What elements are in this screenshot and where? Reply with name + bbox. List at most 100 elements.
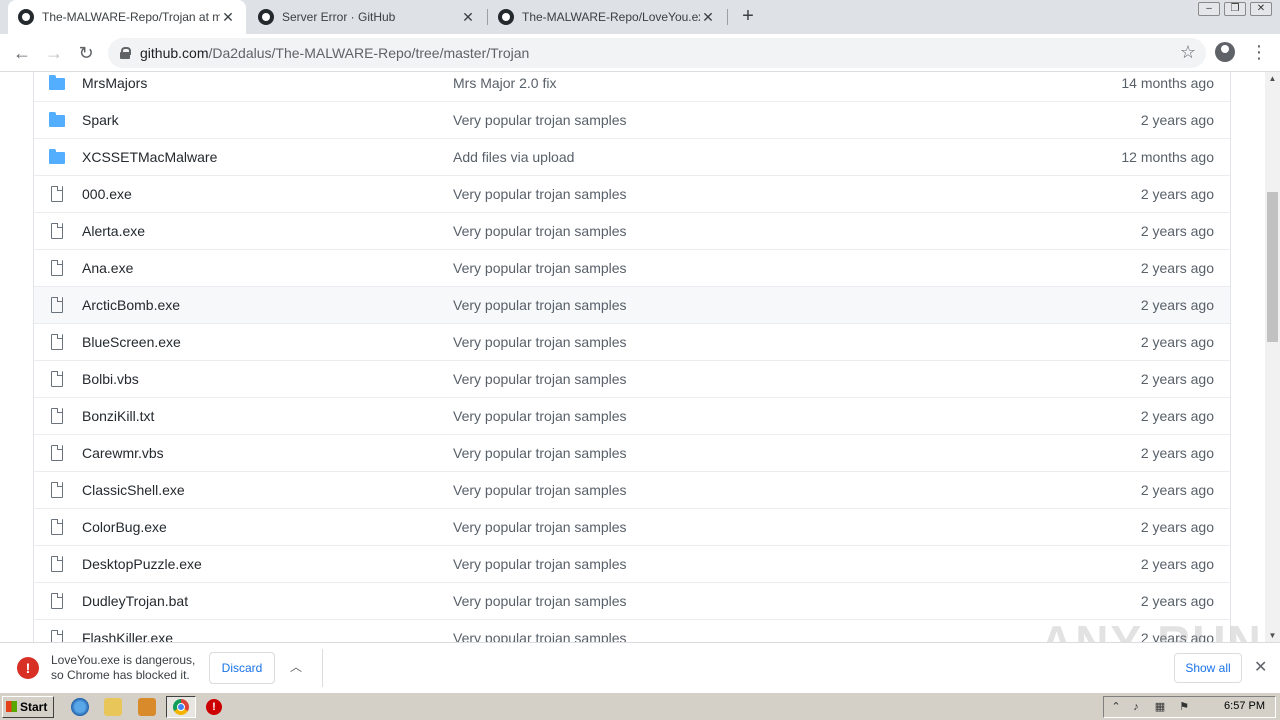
- file-row[interactable]: MrsMajors Mrs Major 2.0 fix 14 months ago: [34, 72, 1230, 101]
- commit-message-link[interactable]: Very popular trojan samples: [453, 630, 1070, 642]
- file-icon: [49, 186, 67, 202]
- file-row[interactable]: XCSSETMacMalware Add files via upload 12 m…: [34, 138, 1230, 175]
- tab-title: The-MALWARE-Repo/LoveYou.exe a: [522, 10, 700, 24]
- file-name-link[interactable]: DesktopPuzzle.exe: [82, 556, 453, 572]
- file-icon: [49, 445, 67, 461]
- tab-server-error[interactable]: Server Error · GitHub ✕: [248, 0, 486, 34]
- bookmark-star-icon[interactable]: ☆: [1180, 42, 1196, 63]
- file-name-link[interactable]: Spark: [82, 112, 453, 128]
- file-name-link[interactable]: Alerta.exe: [82, 223, 453, 239]
- file-name-link[interactable]: XCSSETMacMalware: [82, 149, 453, 165]
- file-row[interactable]: 000.exe Very popular trojan samples 2 year…: [34, 175, 1230, 212]
- commit-message-link[interactable]: Very popular trojan samples: [453, 519, 1070, 535]
- file-row[interactable]: Carewmr.vbs Very popular trojan samples 2 …: [34, 434, 1230, 471]
- close-icon[interactable]: ✕: [460, 9, 476, 26]
- file-row[interactable]: Spark Very popular trojan samples 2 years …: [34, 101, 1230, 138]
- close-icon[interactable]: ✕: [220, 9, 236, 26]
- commit-message-link[interactable]: Very popular trojan samples: [453, 408, 1070, 424]
- file-name-link[interactable]: MrsMajors: [82, 75, 453, 91]
- file-name-link[interactable]: BonziKill.txt: [82, 408, 453, 424]
- file-row[interactable]: DudleyTrojan.bat Very popular trojan samp…: [34, 582, 1230, 619]
- tab-loveyou[interactable]: The-MALWARE-Repo/LoveYou.exe a ✕: [488, 0, 726, 34]
- chevron-up-icon[interactable]: ︿: [290, 658, 302, 675]
- new-tab-button[interactable]: +: [737, 5, 759, 27]
- discard-button[interactable]: Discard: [209, 652, 275, 684]
- minimize-icon[interactable]: –: [1198, 2, 1220, 16]
- close-download-bar-icon[interactable]: ✕: [1254, 657, 1267, 677]
- commit-age: 2 years ago: [1140, 556, 1214, 572]
- file-row[interactable]: BlueScreen.exe Very popular trojan sample…: [34, 323, 1230, 360]
- stop-alert-icon[interactable]: !: [206, 699, 222, 715]
- window-controls: – ❐ ✕: [1198, 2, 1272, 16]
- commit-message-link[interactable]: Very popular trojan samples: [453, 223, 1070, 239]
- commit-message-link[interactable]: Very popular trojan samples: [453, 371, 1070, 387]
- tab-trojan-folder[interactable]: The-MALWARE-Repo/Trojan at mast ✕: [8, 0, 246, 34]
- commit-message-link[interactable]: Very popular trojan samples: [453, 593, 1070, 609]
- github-icon: [18, 9, 34, 25]
- tab-title: Server Error · GitHub: [282, 10, 396, 24]
- file-row[interactable]: DesktopPuzzle.exe Very popular trojan sam…: [34, 545, 1230, 582]
- folder-explorer-icon[interactable]: [104, 698, 122, 716]
- volume-icon[interactable]: ♪: [1130, 701, 1142, 713]
- file-name-link[interactable]: Carewmr.vbs: [82, 445, 453, 461]
- reload-icon[interactable]: ↻: [74, 41, 98, 65]
- tab-title: The-MALWARE-Repo/Trojan at mast: [42, 10, 220, 24]
- back-arrow-icon[interactable]: ←: [10, 41, 34, 65]
- forward-arrow-icon[interactable]: →: [42, 41, 66, 65]
- file-icon: [49, 519, 67, 535]
- windows-taskbar: Start ! ⌃ ♪ ▦ ⚑ 6:57 PM: [0, 692, 1280, 720]
- file-name-link[interactable]: BlueScreen.exe: [82, 334, 453, 350]
- network-icon[interactable]: ▦: [1154, 701, 1166, 713]
- warning-icon: !: [17, 657, 39, 679]
- commit-message-link[interactable]: Very popular trojan samples: [453, 297, 1070, 313]
- file-row[interactable]: BonziKill.txt Very popular trojan samples…: [34, 397, 1230, 434]
- scroll-down-icon[interactable]: ▼: [1268, 631, 1277, 640]
- file-name-link[interactable]: DudleyTrojan.bat: [82, 593, 453, 609]
- file-row[interactable]: ArcticBomb.exe Very popular trojan sample…: [34, 286, 1230, 323]
- file-row[interactable]: ColorBug.exe Very popular trojan samples 2…: [34, 508, 1230, 545]
- scrollbar-thumb[interactable]: [1267, 192, 1278, 342]
- file-name-link[interactable]: FlashKiller.exe: [82, 630, 453, 642]
- lock-icon[interactable]: [120, 47, 131, 59]
- github-icon: [498, 9, 514, 25]
- file-name-link[interactable]: ArcticBomb.exe: [82, 297, 453, 313]
- address-bar[interactable]: github.com /Da2dalus/The-MALWARE-Repo/tr…: [108, 38, 1206, 68]
- file-icon: [49, 260, 67, 276]
- file-name-link[interactable]: Ana.exe: [82, 260, 453, 276]
- flag-icon[interactable]: ⚑: [1178, 701, 1190, 713]
- commit-message-link[interactable]: Very popular trojan samples: [453, 445, 1070, 461]
- commit-message-link[interactable]: Very popular trojan samples: [453, 260, 1070, 276]
- file-icon: [49, 408, 67, 424]
- commit-message-link[interactable]: Very popular trojan samples: [453, 186, 1070, 202]
- download-bar: ! LoveYou.exe is dangerous, so Chrome ha…: [0, 642, 1280, 692]
- commit-message-link[interactable]: Very popular trojan samples: [453, 334, 1070, 350]
- close-window-icon[interactable]: ✕: [1250, 2, 1272, 16]
- internet-explorer-icon[interactable]: [71, 698, 89, 716]
- tab-strip: The-MALWARE-Repo/Trojan at mast ✕ Server…: [0, 0, 1280, 34]
- file-row[interactable]: Ana.exe Very popular trojan samples 2 year…: [34, 249, 1230, 286]
- file-name-link[interactable]: ClassicShell.exe: [82, 482, 453, 498]
- media-player-icon[interactable]: [138, 698, 156, 716]
- commit-message-link[interactable]: Very popular trojan samples: [453, 482, 1070, 498]
- profile-avatar-icon[interactable]: [1215, 42, 1235, 62]
- start-button[interactable]: Start: [2, 696, 54, 718]
- commit-message-link[interactable]: Mrs Major 2.0 fix: [453, 75, 1070, 91]
- menu-kebab-icon[interactable]: ⋮: [1250, 41, 1268, 63]
- file-row[interactable]: Bolbi.vbs Very popular trojan samples 2 ye…: [34, 360, 1230, 397]
- tray-expand-icon[interactable]: ⌃: [1110, 701, 1122, 713]
- commit-message-link[interactable]: Very popular trojan samples: [453, 556, 1070, 572]
- close-icon[interactable]: ✕: [700, 9, 716, 26]
- file-name-link[interactable]: Bolbi.vbs: [82, 371, 453, 387]
- file-name-link[interactable]: ColorBug.exe: [82, 519, 453, 535]
- chrome-taskbar-button[interactable]: [166, 696, 196, 718]
- download-warning-line2: so Chrome has blocked it.: [51, 668, 190, 682]
- vertical-scrollbar[interactable]: ▲ ▼: [1265, 72, 1280, 642]
- file-row[interactable]: ClassicShell.exe Very popular trojan samp…: [34, 471, 1230, 508]
- restore-icon[interactable]: ❐: [1224, 2, 1246, 16]
- commit-message-link[interactable]: Very popular trojan samples: [453, 112, 1070, 128]
- scroll-up-icon[interactable]: ▲: [1268, 74, 1277, 83]
- commit-message-link[interactable]: Add files via upload: [453, 149, 1070, 165]
- show-all-button[interactable]: Show all: [1174, 653, 1242, 683]
- file-name-link[interactable]: 000.exe: [82, 186, 453, 202]
- file-row[interactable]: Alerta.exe Very popular trojan samples 2 y…: [34, 212, 1230, 249]
